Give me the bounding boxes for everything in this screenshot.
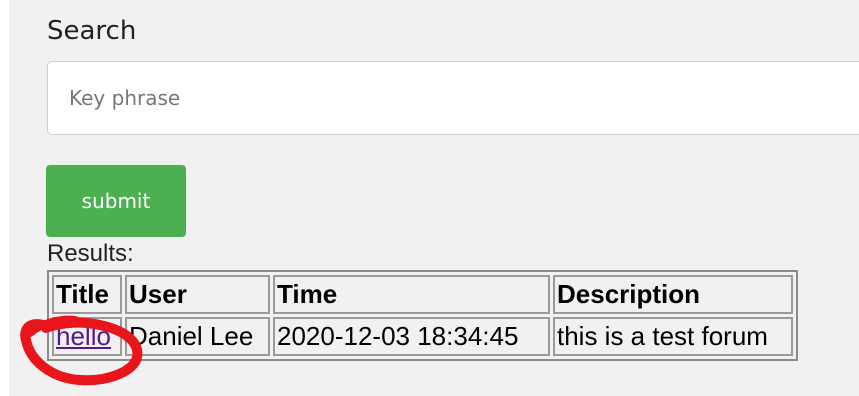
results-label: Results: bbox=[47, 240, 134, 267]
column-header-time: Time bbox=[273, 275, 550, 314]
table-header-row: Title User Time Description bbox=[52, 275, 793, 314]
search-label: Search bbox=[47, 16, 137, 46]
cell-description: this is a test forum bbox=[553, 317, 793, 356]
cell-title: hello bbox=[52, 317, 122, 356]
cell-user: Daniel Lee bbox=[125, 317, 270, 356]
column-header-description: Description bbox=[553, 275, 793, 314]
title-link[interactable]: hello bbox=[56, 321, 111, 351]
column-header-title: Title bbox=[52, 275, 122, 314]
column-header-user: User bbox=[125, 275, 270, 314]
page-panel: Search submit Results: Title User Time D… bbox=[9, 0, 859, 396]
search-input[interactable] bbox=[47, 61, 859, 135]
cell-time: 2020-12-03 18:34:45 bbox=[273, 317, 550, 356]
table-row: hello Daniel Lee 2020-12-03 18:34:45 thi… bbox=[52, 317, 793, 356]
submit-button[interactable]: submit bbox=[46, 165, 186, 237]
results-table: Title User Time Description hello Daniel… bbox=[47, 270, 798, 361]
